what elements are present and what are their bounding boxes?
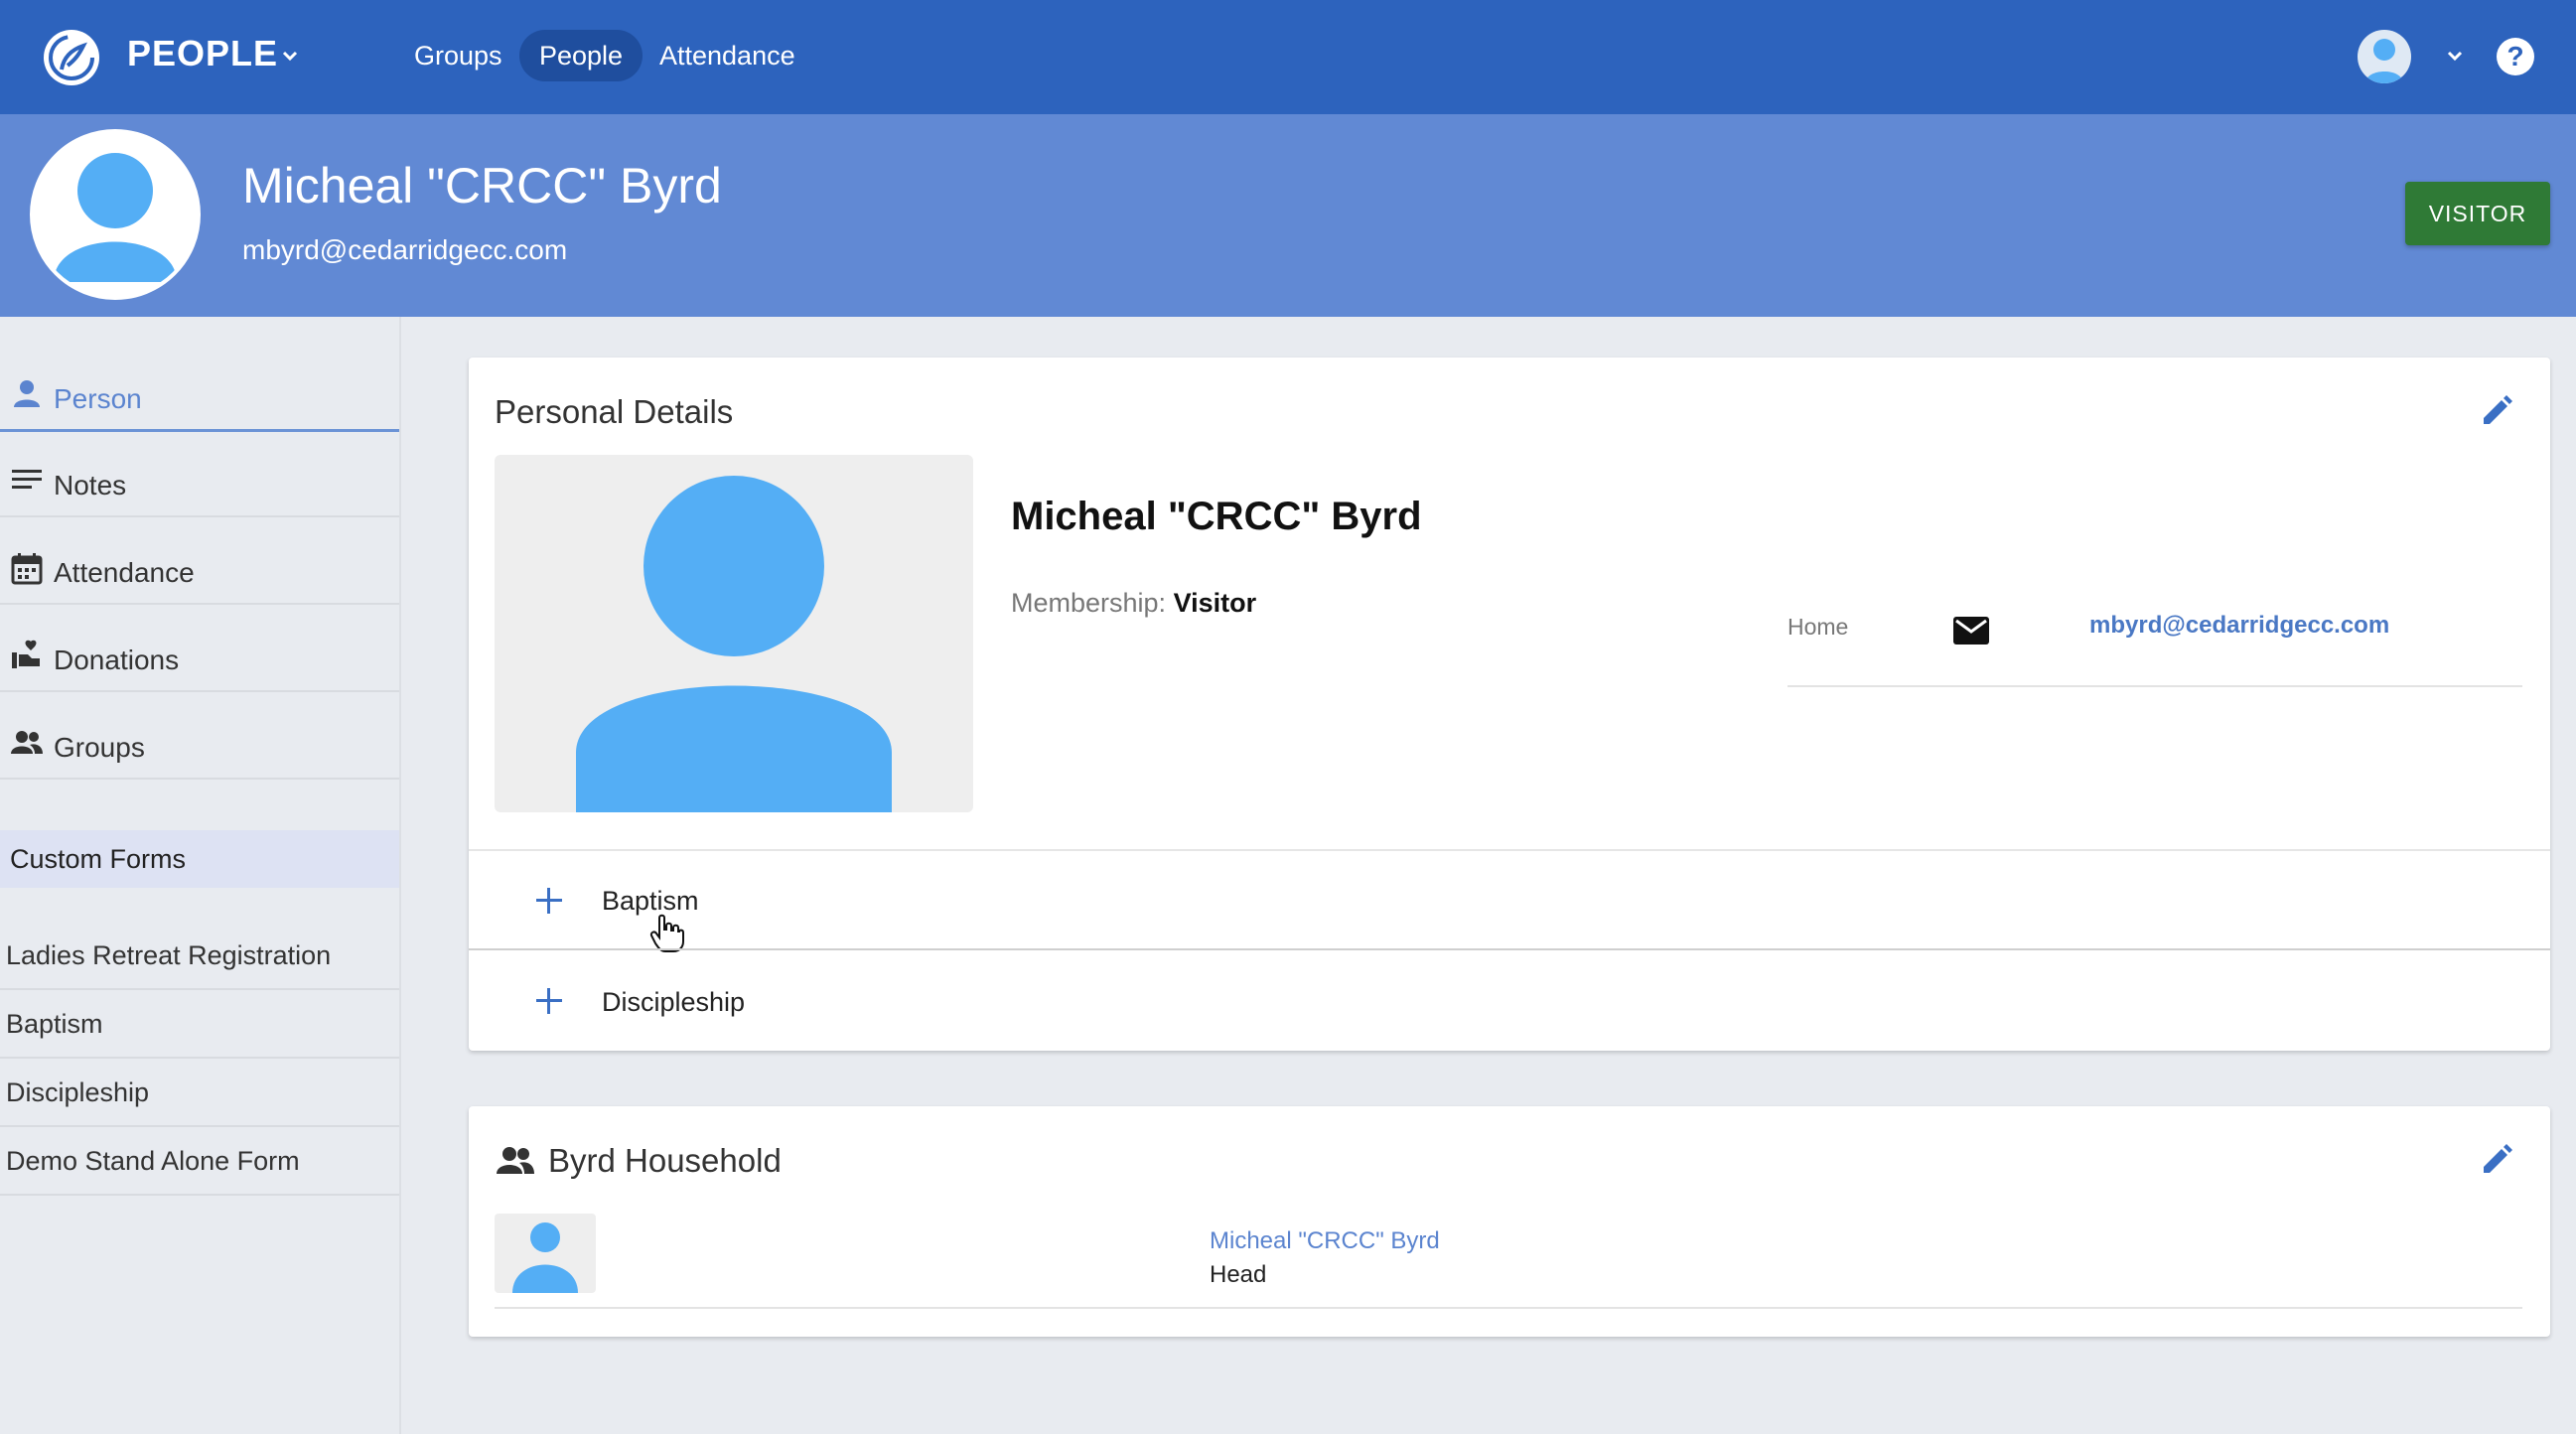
person-avatar [30, 129, 201, 300]
person-name-heading: Micheal "CRCC" Byrd [242, 158, 722, 214]
membership-label: Membership: [1011, 588, 1167, 618]
hand-cursor-icon [649, 914, 684, 952]
household-people-icon [497, 1147, 534, 1174]
notes-icon [12, 470, 42, 489]
personal-details-title: Personal Details [495, 393, 734, 430]
sidebar-item-label: Person [54, 383, 142, 414]
sidebar-item-donations[interactable]: Donations [0, 605, 399, 692]
custom-forms-header: Custom Forms [0, 830, 399, 888]
sidebar-form-label: Ladies Retreat Registration [6, 940, 332, 970]
household-member-name-link[interactable]: Micheal "CRCC" Byrd [1210, 1227, 1440, 1255]
app-title[interactable]: PEOPLE [127, 33, 278, 74]
user-avatar[interactable] [2358, 30, 2411, 83]
household-card [469, 1106, 2550, 1337]
sidebar-item-label: Donations [54, 645, 180, 675]
donations-icon [12, 640, 40, 668]
contact-type-label: Home [1788, 614, 1849, 640]
contact-email-link[interactable]: mbyrd@cedarridgecc.com [2089, 612, 2389, 640]
edit-pencil-icon[interactable] [2479, 393, 2514, 429]
add-icon[interactable] [532, 984, 566, 1018]
membership-field: Membership: Visitor [1011, 588, 1256, 619]
chevron-down-icon[interactable] [278, 44, 302, 68]
nav-tab-attendance[interactable]: Attendance [640, 30, 815, 81]
form-row-label[interactable]: Baptism [602, 886, 699, 917]
add-icon[interactable] [532, 884, 566, 918]
sidebar-item-label: Attendance [54, 557, 195, 588]
divider [495, 1307, 2522, 1309]
household-member-avatar[interactable] [495, 1214, 596, 1293]
sidebar: Person Notes Attendance Donations Groups… [0, 317, 401, 1434]
user-menu-chevron-icon[interactable] [2443, 44, 2467, 68]
sidebar-item-label: Notes [54, 470, 127, 501]
edit-household-pencil-icon[interactable] [2479, 1142, 2514, 1178]
person-photo[interactable] [495, 455, 973, 812]
divider [1788, 685, 2522, 687]
sidebar-item-person[interactable]: Person [0, 344, 399, 432]
person-email: mbyrd@cedarridgecc.com [242, 234, 568, 265]
sidebar-form-label: Baptism [6, 1009, 103, 1039]
sidebar-form-label: Discipleship [6, 1077, 150, 1107]
help-icon[interactable]: ? [2497, 38, 2534, 75]
person-avatar-icon [54, 153, 177, 282]
household-member-avatar-icon [512, 1222, 578, 1293]
sidebar-item-label: Groups [54, 732, 145, 763]
top-navigation-bar: PEOPLE Groups People Attendance ? [0, 0, 2576, 114]
household-title: Byrd Household [548, 1142, 782, 1179]
sidebar-form-label: Demo Stand Alone Form [6, 1146, 300, 1176]
sidebar-item-attendance[interactable]: Attendance [0, 517, 399, 605]
mail-icon [1953, 617, 1989, 645]
sidebar-form-baptism[interactable]: Baptism [0, 989, 399, 1059]
custom-forms-header-label: Custom Forms [10, 844, 187, 874]
app-logo-icon[interactable] [42, 28, 101, 87]
nav-tab-groups[interactable]: Groups [394, 30, 522, 81]
visitor-status-button[interactable]: VISITOR [2405, 182, 2550, 245]
detail-person-name: Micheal "CRCC" Byrd [1011, 495, 1422, 538]
person-photo-icon [576, 476, 892, 812]
groups-icon [11, 731, 43, 754]
sidebar-form-discipleship[interactable]: Discipleship [0, 1058, 399, 1127]
household-member-role: Head [1210, 1261, 1267, 1288]
divider [469, 849, 2550, 851]
person-header-banner [0, 114, 2576, 317]
person-icon [14, 380, 40, 407]
nav-tab-people[interactable]: People [519, 30, 644, 81]
sidebar-form-demo-stand-alone[interactable]: Demo Stand Alone Form [0, 1126, 399, 1196]
user-avatar-icon [2365, 39, 2403, 83]
membership-value: Visitor [1173, 588, 1257, 618]
sidebar-form-ladies-retreat[interactable]: Ladies Retreat Registration [0, 921, 399, 990]
form-row-label[interactable]: Discipleship [602, 987, 745, 1018]
calendar-icon [11, 553, 43, 585]
sidebar-item-notes[interactable]: Notes [0, 430, 399, 517]
divider [469, 948, 2550, 950]
sidebar-item-groups[interactable]: Groups [0, 692, 399, 780]
